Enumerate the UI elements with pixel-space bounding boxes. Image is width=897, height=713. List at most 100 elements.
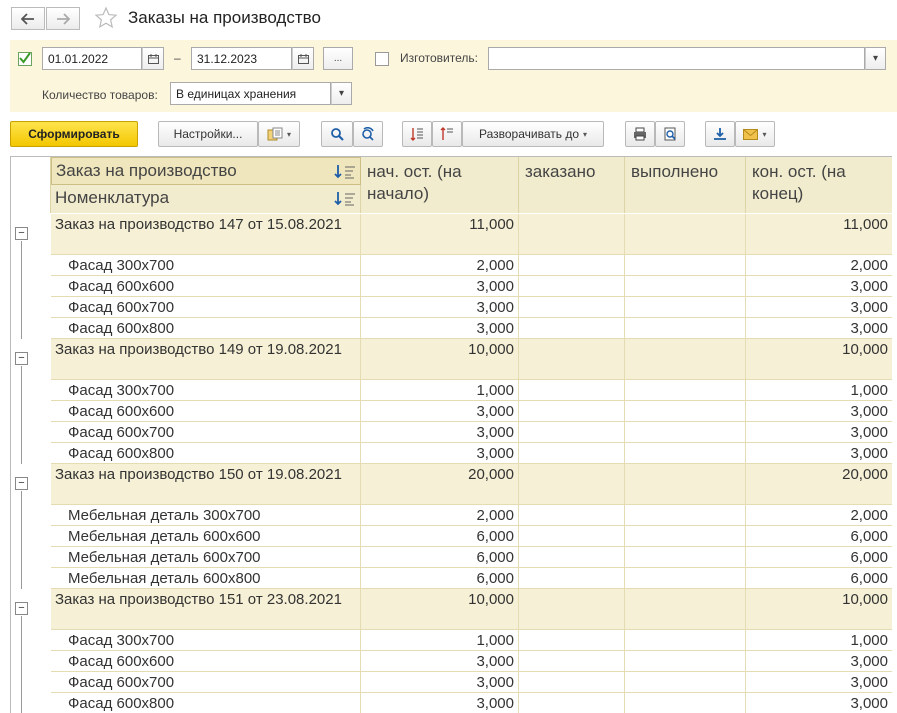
column-header-done[interactable]: выполнено xyxy=(625,157,746,213)
table-row[interactable]: Фасад 600х600 3,000 3,000 xyxy=(11,276,892,297)
item-start-cell[interactable]: 6,000 xyxy=(361,547,519,568)
item-start-cell[interactable]: 3,000 xyxy=(361,693,519,713)
item-ordered-cell[interactable] xyxy=(519,318,625,339)
item-start-cell[interactable]: 2,000 xyxy=(361,505,519,526)
group-order-cell[interactable]: Заказ на производство 150 от 19.08.2021 xyxy=(51,464,361,505)
item-done-cell[interactable] xyxy=(625,380,746,401)
group-order-cell[interactable]: Заказ на производство 147 от 15.08.2021 xyxy=(51,214,361,255)
table-row[interactable]: Фасад 600х800 3,000 3,000 xyxy=(11,443,892,464)
item-start-cell[interactable]: 3,000 xyxy=(361,318,519,339)
group-end-cell[interactable]: 10,000 xyxy=(746,589,892,630)
item-ordered-cell[interactable] xyxy=(519,505,625,526)
item-start-cell[interactable]: 3,000 xyxy=(361,651,519,672)
find-button[interactable] xyxy=(321,121,353,147)
collapse-group-icon[interactable]: − xyxy=(15,477,28,490)
table-row[interactable]: Мебельная деталь 600х800 6,000 6,000 xyxy=(11,568,892,589)
item-end-cell[interactable]: 3,000 xyxy=(746,672,892,693)
item-ordered-cell[interactable] xyxy=(519,422,625,443)
group-ordered-cell[interactable] xyxy=(519,339,625,380)
item-start-cell[interactable]: 3,000 xyxy=(361,401,519,422)
item-end-cell[interactable]: 3,000 xyxy=(746,422,892,443)
item-ordered-cell[interactable] xyxy=(519,297,625,318)
item-end-cell[interactable]: 3,000 xyxy=(746,651,892,672)
manufacturer-dropdown-button[interactable]: ▾ xyxy=(865,47,886,70)
table-row[interactable]: Фасад 300х700 1,000 1,000 xyxy=(11,630,892,651)
period-checkbox[interactable] xyxy=(18,52,32,66)
column-header-order[interactable]: Заказ на производство xyxy=(51,157,361,185)
item-end-cell[interactable]: 6,000 xyxy=(746,568,892,589)
item-end-cell[interactable]: 2,000 xyxy=(746,505,892,526)
expand-to-button[interactable]: Разворачивать до ▾ xyxy=(462,121,604,147)
item-done-cell[interactable] xyxy=(625,693,746,713)
item-end-cell[interactable]: 6,000 xyxy=(746,547,892,568)
send-email-button[interactable]: ▾ xyxy=(735,121,775,147)
item-end-cell[interactable]: 3,000 xyxy=(746,443,892,464)
table-row[interactable]: Фасад 600х800 3,000 3,000 xyxy=(11,693,892,713)
group-start-cell[interactable]: 20,000 xyxy=(361,464,519,505)
back-button[interactable] xyxy=(11,7,45,30)
item-start-cell[interactable]: 1,000 xyxy=(361,630,519,651)
item-ordered-cell[interactable] xyxy=(519,276,625,297)
item-done-cell[interactable] xyxy=(625,568,746,589)
table-row[interactable]: Мебельная деталь 300х700 2,000 2,000 xyxy=(11,505,892,526)
item-start-cell[interactable]: 6,000 xyxy=(361,568,519,589)
item-done-cell[interactable] xyxy=(625,422,746,443)
group-done-cell[interactable] xyxy=(625,464,746,505)
item-done-cell[interactable] xyxy=(625,526,746,547)
item-name-cell[interactable]: Фасад 600х600 xyxy=(51,651,361,672)
item-name-cell[interactable]: Мебельная деталь 600х600 xyxy=(51,526,361,547)
item-name-cell[interactable]: Мебельная деталь 600х800 xyxy=(51,568,361,589)
item-start-cell[interactable]: 6,000 xyxy=(361,526,519,547)
item-name-cell[interactable]: Фасад 300х700 xyxy=(51,630,361,651)
quantity-select[interactable]: В единицах хранения xyxy=(170,82,331,105)
group-done-cell[interactable] xyxy=(625,214,746,255)
table-row[interactable]: Мебельная деталь 600х700 6,000 6,000 xyxy=(11,547,892,568)
item-start-cell[interactable]: 3,000 xyxy=(361,276,519,297)
period-start-calendar-button[interactable] xyxy=(142,47,164,70)
item-name-cell[interactable]: Фасад 600х700 xyxy=(51,422,361,443)
item-ordered-cell[interactable] xyxy=(519,547,625,568)
forward-button[interactable] xyxy=(46,7,80,30)
manufacturer-checkbox[interactable] xyxy=(375,52,389,66)
expand-all-button[interactable] xyxy=(402,121,432,147)
item-start-cell[interactable]: 1,000 xyxy=(361,380,519,401)
period-end-calendar-button[interactable] xyxy=(292,47,314,70)
group-row[interactable]: − Заказ на производство 151 от 23.08.2021… xyxy=(11,589,892,630)
item-name-cell[interactable]: Фасад 600х600 xyxy=(51,401,361,422)
item-ordered-cell[interactable] xyxy=(519,651,625,672)
item-end-cell[interactable]: 3,000 xyxy=(746,297,892,318)
group-order-cell[interactable]: Заказ на производство 149 от 19.08.2021 xyxy=(51,339,361,380)
item-done-cell[interactable] xyxy=(625,651,746,672)
group-ordered-cell[interactable] xyxy=(519,589,625,630)
item-ordered-cell[interactable] xyxy=(519,380,625,401)
item-name-cell[interactable]: Фасад 300х700 xyxy=(51,380,361,401)
manufacturer-field[interactable] xyxy=(488,47,865,70)
item-done-cell[interactable] xyxy=(625,630,746,651)
save-button[interactable] xyxy=(705,121,735,147)
item-start-cell[interactable]: 3,000 xyxy=(361,297,519,318)
find-next-button[interactable] xyxy=(353,121,383,147)
item-name-cell[interactable]: Мебельная деталь 300х700 xyxy=(51,505,361,526)
item-name-cell[interactable]: Фасад 600х800 xyxy=(51,693,361,713)
collapse-all-button[interactable] xyxy=(432,121,462,147)
item-ordered-cell[interactable] xyxy=(519,443,625,464)
item-ordered-cell[interactable] xyxy=(519,693,625,713)
item-done-cell[interactable] xyxy=(625,672,746,693)
group-start-cell[interactable]: 11,000 xyxy=(361,214,519,255)
item-name-cell[interactable]: Фасад 600х600 xyxy=(51,276,361,297)
group-start-cell[interactable]: 10,000 xyxy=(361,339,519,380)
item-end-cell[interactable]: 1,000 xyxy=(746,630,892,651)
column-header-start-balance[interactable]: нач. ост. (на начало) xyxy=(361,157,519,213)
table-row[interactable]: Фасад 300х700 1,000 1,000 xyxy=(11,380,892,401)
settings-button[interactable]: Настройки... xyxy=(158,121,258,147)
item-end-cell[interactable]: 3,000 xyxy=(746,318,892,339)
item-done-cell[interactable] xyxy=(625,276,746,297)
item-ordered-cell[interactable] xyxy=(519,672,625,693)
item-done-cell[interactable] xyxy=(625,318,746,339)
item-name-cell[interactable]: Фасад 300х700 xyxy=(51,255,361,276)
table-row[interactable]: Фасад 600х700 3,000 3,000 xyxy=(11,672,892,693)
table-row[interactable]: Фасад 600х600 3,000 3,000 xyxy=(11,651,892,672)
column-header-ordered[interactable]: заказано xyxy=(519,157,625,213)
quantity-dropdown-button[interactable]: ▾ xyxy=(331,82,352,105)
group-ordered-cell[interactable] xyxy=(519,214,625,255)
